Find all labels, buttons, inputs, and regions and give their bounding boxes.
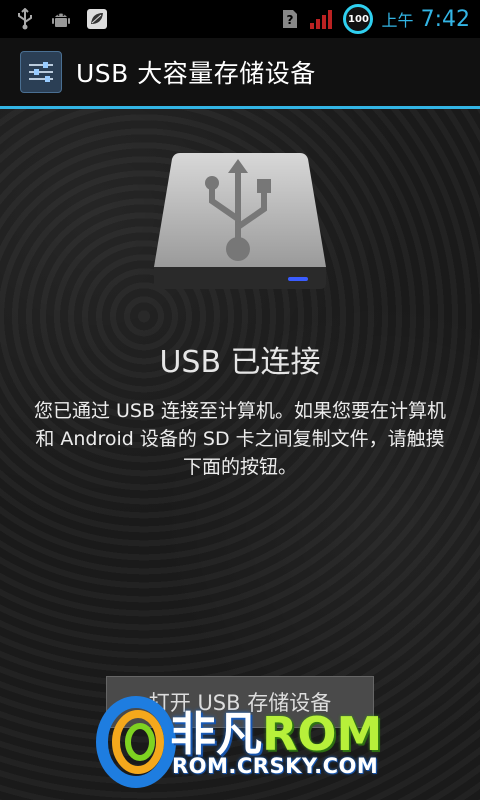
battery-icon: 100 <box>343 4 374 34</box>
usb-drive-icon <box>154 153 326 289</box>
system-icons: ? 100 上午 7:42 <box>279 4 480 34</box>
watermark-brand-cn: 非凡 <box>170 707 262 761</box>
sim-unknown-icon: ? <box>279 8 301 30</box>
watermark-url: ROM.CRSKY.COM <box>172 754 379 778</box>
usb-icon <box>14 8 36 30</box>
leaf-icon <box>86 8 108 30</box>
notification-icons <box>0 8 108 30</box>
connection-message: 您已通过 USB 连接至计算机。如果您要在计算机和 Android 设备的 SD… <box>33 400 447 478</box>
signal-icon <box>309 8 335 30</box>
watermark-logo: 非凡ROM ROM.CRSKY.COM <box>88 690 408 790</box>
clock: 上午 7:42 <box>381 7 470 32</box>
clock-period: 上午 <box>381 10 414 30</box>
connection-heading: USB 已连接 <box>159 345 321 380</box>
clock-time: 7:42 <box>420 6 470 32</box>
settings-sliders-icon <box>20 51 62 93</box>
title-bar: USB 大容量存储设备 <box>0 38 480 106</box>
android-debug-icon <box>50 8 72 30</box>
page-title: USB 大容量存储设备 <box>76 59 316 88</box>
svg-text:?: ? <box>287 13 294 27</box>
battery-level: 100 <box>348 13 369 25</box>
status-bar: ? 100 上午 7:42 <box>0 0 480 38</box>
swirl-logo-icon <box>96 696 176 788</box>
watermark-brand-rom: ROM <box>262 707 383 761</box>
